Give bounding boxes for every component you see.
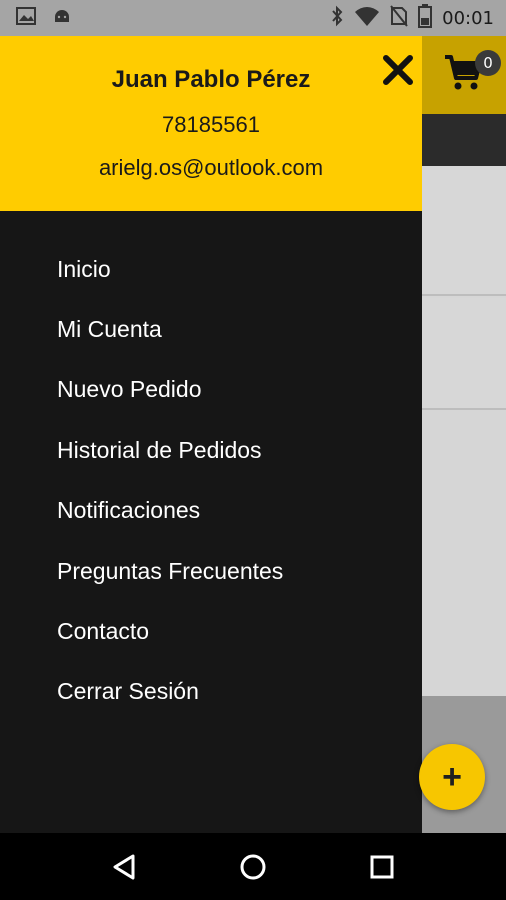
- menu-item-historial-pedidos[interactable]: Historial de Pedidos: [0, 420, 422, 480]
- wifi-icon: [354, 5, 380, 32]
- battery-icon: [418, 3, 433, 33]
- back-button[interactable]: [99, 842, 149, 892]
- user-phone: 78185561: [162, 112, 260, 137]
- status-time: 00:01: [442, 7, 494, 29]
- recents-button[interactable]: [357, 842, 407, 892]
- image-icon: [16, 6, 36, 30]
- status-bar-left: [16, 0, 72, 36]
- background-list-item: [422, 298, 506, 410]
- background-tab-bar: [422, 114, 506, 166]
- close-icon: [383, 55, 413, 85]
- home-button[interactable]: [228, 842, 278, 892]
- status-bar-right: 00:01: [330, 0, 494, 36]
- background-list-item: [422, 170, 506, 296]
- no-sim-icon: [390, 4, 408, 32]
- android-icon: [52, 7, 72, 30]
- menu-item-preguntas-frecuentes[interactable]: Preguntas Frecuentes: [0, 541, 422, 601]
- system-navigation-bar: [0, 833, 506, 900]
- menu-item-contacto[interactable]: Contacto: [0, 601, 422, 661]
- menu-item-notificaciones[interactable]: Notificaciones: [0, 481, 422, 541]
- recents-icon: [370, 855, 394, 878]
- add-fab-button[interactable]: +: [419, 744, 485, 810]
- user-email: arielg.os@outlook.com: [98, 155, 324, 180]
- menu-item-mi-cuenta[interactable]: Mi Cuenta: [0, 299, 422, 359]
- plus-icon: +: [442, 758, 462, 796]
- menu-item-nuevo-pedido[interactable]: Nuevo Pedido: [0, 360, 422, 420]
- user-name: Juan Pablo Pérez: [111, 66, 311, 93]
- drawer-header: Juan Pablo Pérez 78185561 arielg.os@outl…: [0, 36, 422, 211]
- close-drawer-button[interactable]: [378, 50, 418, 90]
- menu-item-inicio[interactable]: Inicio: [0, 239, 422, 299]
- status-bar: 00:01: [0, 0, 506, 36]
- menu-item-cerrar-sesion[interactable]: Cerrar Sesión: [0, 662, 422, 722]
- drawer-menu: Inicio Mi Cuenta Nuevo Pedido Historial …: [0, 239, 422, 722]
- bluetooth-icon: [330, 5, 344, 32]
- cart-count-badge: 0: [475, 50, 501, 76]
- navigation-drawer: Juan Pablo Pérez 78185561 arielg.os@outl…: [0, 36, 422, 833]
- background-app-content: [422, 36, 506, 833]
- home-icon: [240, 854, 266, 879]
- back-icon: [113, 854, 135, 879]
